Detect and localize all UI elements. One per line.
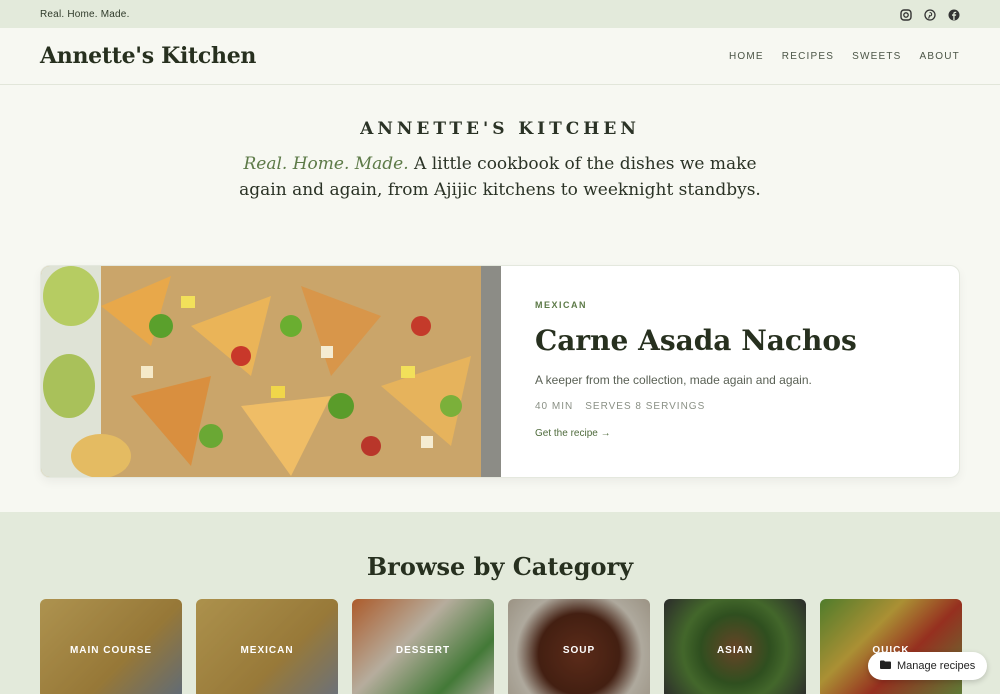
manage-recipes-button[interactable]: Manage recipes	[868, 652, 988, 680]
category-card-asian[interactable]: ASIAN	[664, 599, 806, 694]
featured-category[interactable]: MEXICAN	[535, 300, 857, 310]
featured-servings: SERVES 8 SERVINGS	[585, 401, 706, 412]
hero-section: ANNETTE'S KITCHEN Real. Home. Made. A li…	[0, 85, 1000, 203]
top-bar: Real. Home. Made.	[0, 0, 1000, 28]
category-section: Browse by Category MAIN COURSE MEXICAN D…	[0, 512, 1000, 694]
category-card-main-course[interactable]: MAIN COURSE	[40, 599, 182, 694]
nav-sweets[interactable]: SWEETS	[852, 51, 901, 62]
category-row: MAIN COURSE MEXICAN DESSERT SOUP ASIAN Q…	[40, 599, 962, 694]
site-logo[interactable]: Annette's Kitchen	[40, 43, 256, 69]
site-header: Annette's Kitchen HOME RECIPES SWEETS AB…	[0, 28, 1000, 85]
nav-recipes[interactable]: RECIPES	[782, 51, 834, 62]
category-card-mexican[interactable]: MEXICAN	[196, 599, 338, 694]
featured-meta: 40 MIN SERVES 8 SERVINGS	[535, 401, 857, 412]
category-heading: Browse by Category	[366, 552, 634, 581]
featured-recipe-image[interactable]	[41, 266, 501, 477]
top-tagline: Real. Home. Made.	[40, 8, 130, 20]
manage-recipes-label: Manage recipes	[897, 660, 976, 672]
hero-tagline: Real. Home. Made.	[243, 154, 409, 174]
pinterest-icon[interactable]	[924, 8, 936, 21]
category-label: MAIN COURSE	[69, 645, 153, 656]
category-label: DESSERT	[395, 645, 451, 656]
featured-recipe-card[interactable]: MEXICAN Carne Asada Nachos A keeper from…	[40, 265, 960, 478]
featured-title[interactable]: Carne Asada Nachos	[535, 324, 857, 357]
category-card-soup[interactable]: SOUP	[508, 599, 650, 694]
category-label: ASIAN	[716, 645, 754, 656]
social-links	[900, 8, 960, 21]
category-label: MEXICAN	[240, 645, 294, 656]
featured-description: A keeper from the collection, made again…	[535, 373, 812, 387]
featured-recipe-body: MEXICAN Carne Asada Nachos A keeper from…	[501, 266, 891, 477]
instagram-icon[interactable]	[900, 8, 912, 21]
facebook-icon[interactable]	[948, 8, 960, 21]
featured-time: 40 MIN	[535, 401, 574, 412]
category-card-dessert[interactable]: DESSERT	[352, 599, 494, 694]
hero-intro: Real. Home. Made. A little cookbook of t…	[220, 151, 780, 203]
nav-about[interactable]: ABOUT	[920, 51, 960, 62]
hero-title: ANNETTE'S KITCHEN	[360, 119, 640, 139]
category-label: SOUP	[562, 645, 596, 656]
nav-home[interactable]: HOME	[729, 51, 764, 62]
get-recipe-link[interactable]: Get the recipe →	[535, 428, 611, 439]
folder-icon	[880, 660, 891, 672]
main-nav: HOME RECIPES SWEETS ABOUT	[729, 51, 960, 62]
